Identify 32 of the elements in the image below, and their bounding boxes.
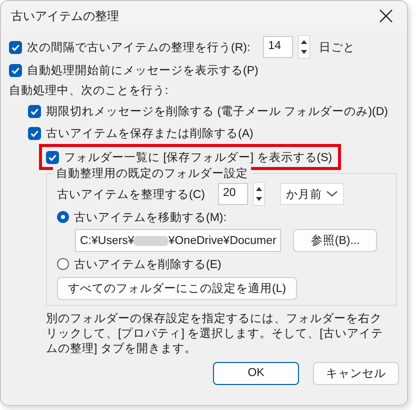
checkbox-label: 期限切れメッセージを削除する (電子メール フォルダーのみ)(D) bbox=[46, 104, 388, 118]
checkbox[interactable] bbox=[9, 64, 22, 76]
checkbox[interactable] bbox=[28, 104, 41, 118]
checkbox[interactable] bbox=[9, 40, 22, 54]
close-icon[interactable] bbox=[379, 9, 393, 23]
checkbox-label: 古いアイテムを保存または削除する(A) bbox=[46, 126, 254, 140]
chevron-down-icon bbox=[326, 190, 338, 198]
window-title: 古いアイテムの整理 bbox=[11, 8, 119, 24]
checkbox-label: 次の間隔で古いアイテムの整理を行う(R): bbox=[27, 40, 250, 54]
checkbox[interactable] bbox=[28, 126, 41, 140]
path-field[interactable]: C:¥Users¥ ¥OneDrive¥Documer bbox=[75, 229, 282, 252]
checkbox[interactable] bbox=[46, 150, 59, 164]
days-field[interactable]: 14 bbox=[263, 36, 294, 58]
browse-button[interactable]: 参照(B)... bbox=[293, 229, 378, 252]
radio-label: 古いアイテムを削除する(E) bbox=[74, 258, 222, 272]
checkbox-label: フォルダー一覧に [保存フォルダー] を表示する(S) bbox=[64, 150, 332, 164]
spinner-icon[interactable] bbox=[298, 35, 310, 59]
radio-label: 古いアイテムを移動する(M): bbox=[74, 210, 226, 224]
radio-button[interactable] bbox=[57, 211, 69, 223]
group-legend: 自動整理用の既定のフォルダー設定 bbox=[53, 166, 251, 181]
ok-button[interactable]: OK bbox=[213, 362, 299, 385]
checkbox-label: 自動処理開始前にメッセージを表示する(P) bbox=[27, 64, 258, 78]
unit-dropdown[interactable]: か月前 bbox=[280, 183, 344, 205]
info-text: 別のフォルダーの保存設定を指定するには、フォルダーを右クリックして、[プロパティ] を選択します。そして、[古いアイテムの整理] タブを開きます。 bbox=[46, 312, 384, 357]
apply-all-button[interactable]: すべてのフォルダーにこの設定を適用(L) bbox=[57, 277, 298, 300]
unit-label: 日ごと bbox=[319, 40, 356, 54]
field-label: 古いアイテムを整理する(C) bbox=[57, 188, 205, 202]
radio-button[interactable] bbox=[57, 258, 69, 270]
section-label: 自動処理中、次のことを行う: bbox=[9, 84, 168, 98]
spinner-icon[interactable] bbox=[252, 182, 265, 206]
age-field[interactable]: 20 bbox=[218, 183, 248, 205]
cancel-button[interactable]: キャンセル bbox=[313, 362, 399, 385]
